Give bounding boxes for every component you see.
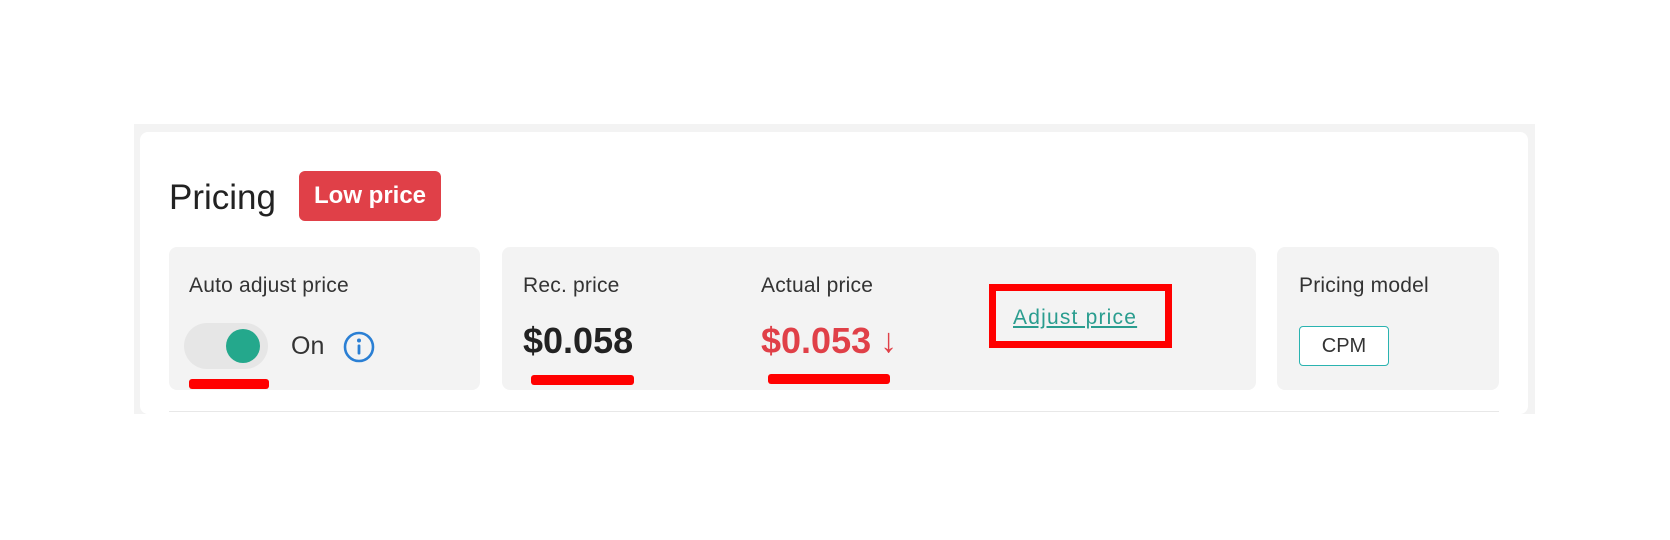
rec-price-label: Rec. price (523, 274, 620, 297)
info-icon[interactable] (343, 331, 375, 363)
arrow-down-icon: ↓ (880, 322, 897, 360)
section-divider (169, 411, 1499, 412)
toggle-state-label: On (291, 332, 325, 360)
actual-price-label: Actual price (761, 274, 874, 297)
status-badge: Low price (299, 171, 442, 221)
annotation-underline-rec-price (531, 375, 634, 385)
annotation-underline-actual-price (768, 374, 890, 384)
annotation-box-adjust-price (989, 284, 1172, 348)
rec-price-value: $0.058 (523, 320, 634, 361)
actual-price-value: $0.053 (761, 320, 872, 361)
pricing-model-label: Pricing model (1299, 274, 1429, 297)
pricing-model-button[interactable]: CPM (1299, 326, 1389, 366)
annotation-underline-toggle (189, 379, 269, 389)
pricing-model-panel (1277, 247, 1499, 390)
auto-adjust-toggle[interactable] (184, 323, 268, 369)
toggle-knob (226, 329, 260, 363)
page-title: Pricing (169, 178, 276, 217)
auto-adjust-label: Auto adjust price (189, 274, 349, 297)
